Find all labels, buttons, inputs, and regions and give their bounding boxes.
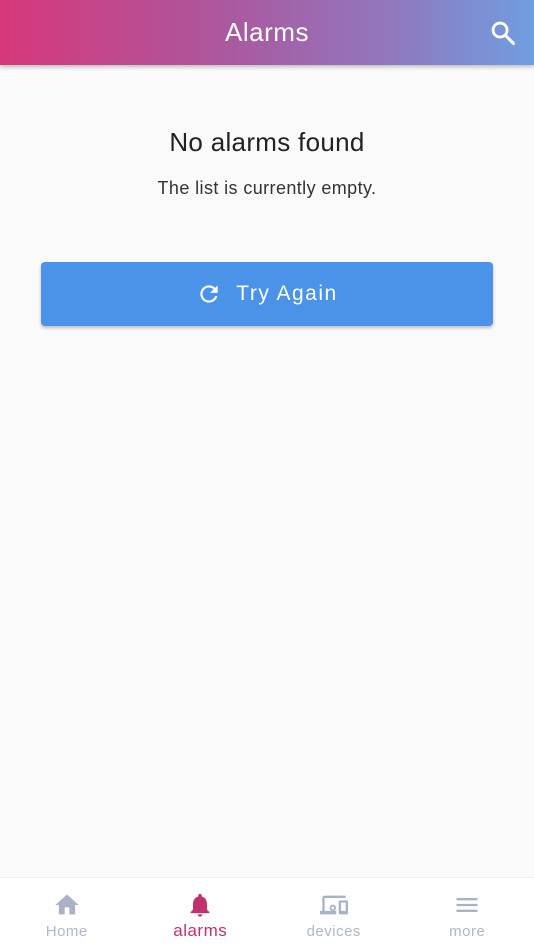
home-icon xyxy=(55,894,79,915)
try-again-label: Try Again xyxy=(236,282,338,305)
search-button[interactable] xyxy=(489,19,517,47)
page-title: Alarms xyxy=(225,17,309,47)
nav-item-devices[interactable]: devices xyxy=(267,878,401,950)
nav-label-home: Home xyxy=(45,923,88,940)
empty-state-title: No alarms found xyxy=(169,127,365,157)
empty-state-subtitle: The list is currently empty. xyxy=(157,178,377,198)
nav-item-alarms[interactable]: alarms xyxy=(134,878,268,950)
main-content: No alarms found The list is currently em… xyxy=(0,65,534,877)
nav-item-home[interactable]: Home xyxy=(0,878,134,950)
nav-label-more: more xyxy=(449,923,486,940)
try-again-button[interactable]: Try Again xyxy=(41,262,493,326)
bell-icon xyxy=(190,893,210,917)
menu-icon xyxy=(456,898,478,912)
nav-label-devices: devices xyxy=(306,923,361,940)
refresh-icon xyxy=(200,285,218,303)
nav-label-alarms: alarms xyxy=(173,921,228,940)
search-icon xyxy=(491,21,516,46)
nav-item-more[interactable]: more xyxy=(401,878,534,950)
app-bar: Alarms xyxy=(0,0,534,65)
bottom-nav: Home alarms devices more xyxy=(0,877,534,950)
devices-icon xyxy=(319,895,348,915)
